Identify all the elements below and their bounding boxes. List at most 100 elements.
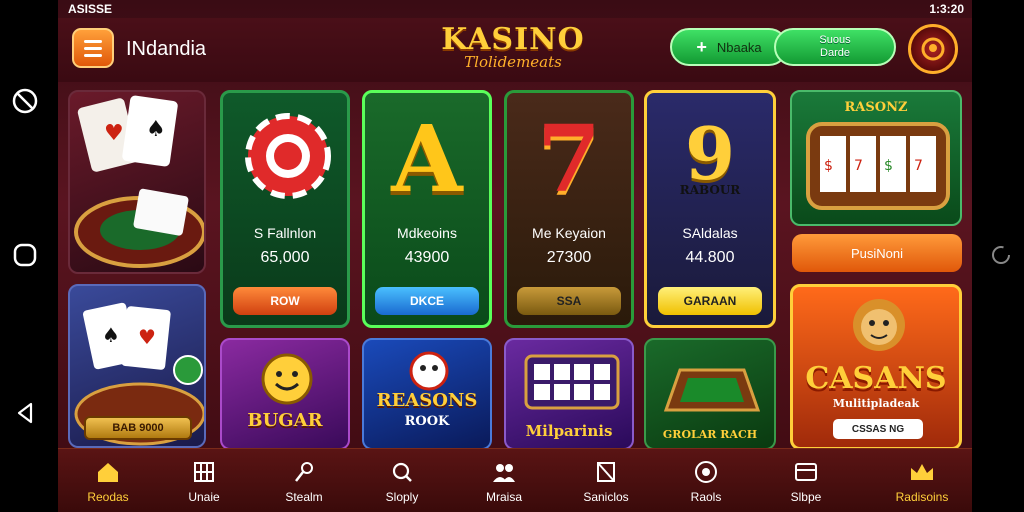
nav-label: Slbpe: [790, 490, 822, 504]
people-icon: [490, 458, 518, 486]
svg-text:$: $: [824, 158, 833, 174]
play-button[interactable]: ROW: [233, 287, 337, 315]
play-button[interactable]: SSA: [517, 287, 621, 315]
jackpot-amount: 65,000: [260, 249, 310, 266]
flag-icon: [592, 458, 620, 486]
tile-title: REASONS: [376, 390, 478, 411]
profile-avatar[interactable]: [908, 24, 958, 74]
slot-action-button[interactable]: PusiNoni: [792, 234, 962, 272]
nav-label: Reodas: [87, 490, 129, 504]
svg-text:♥: ♥: [138, 325, 156, 349]
game-card-1[interactable]: S Fallnlon 65,000 ROW: [220, 90, 350, 328]
play-button[interactable]: DKCE: [375, 287, 479, 315]
tool-icon: [290, 458, 318, 486]
game-card-4[interactable]: 9 RABOUR SAldalas 44.800 GARAAN: [644, 90, 776, 328]
menu-button[interactable]: [72, 28, 114, 68]
home-icon: [94, 458, 122, 486]
bottom-nav: Reodas Unaie Stealm Sloply Mraisa Sanicl…: [58, 448, 972, 512]
nav-tab-stealm[interactable]: Stealm: [254, 449, 354, 512]
grid-icon: [190, 458, 218, 486]
status-time: 1:3:20: [929, 2, 964, 16]
game-card-2[interactable]: A Mdkeoins 43900 DKCE: [362, 90, 492, 328]
logo-title: KASINO: [441, 22, 585, 57]
game-card-3[interactable]: 7 Me Keyaion 27300 SSA: [504, 90, 634, 328]
rotate-icon[interactable]: [990, 244, 1012, 266]
nav-tab-unaie[interactable]: Unaie: [154, 449, 254, 512]
promo-button[interactable]: CSSAS NG: [833, 419, 923, 439]
game-tile-4[interactable]: GROLAR RACH: [644, 338, 776, 450]
tile-play-button[interactable]: BAB 9000: [84, 416, 192, 440]
deposit-button[interactable]: + Nbaaka: [670, 28, 788, 66]
crown-icon: [908, 458, 936, 486]
secondary-pill-button[interactable]: Suous Darde: [774, 28, 896, 66]
pill-line-2: Darde: [820, 47, 850, 59]
nav-tab-mraisa[interactable]: Mraisa: [454, 449, 554, 512]
roulette-table-icon: [663, 368, 761, 412]
play-button[interactable]: GARAAN: [658, 287, 762, 315]
character-icon: [409, 351, 449, 391]
blackjack-tile[interactable]: ♠ ♥ BAB 9000: [68, 284, 206, 448]
right-bezel: [972, 0, 1024, 512]
lion-mascot-icon: [853, 299, 905, 351]
device-frame: ASISSE 1:3:20 INdandia KASINO Tlolidemea…: [0, 0, 1024, 512]
jackpot-amount: 43900: [404, 249, 450, 266]
game-tile-3[interactable]: Milparinis: [504, 338, 634, 450]
jackpot-amount: 44.800: [685, 249, 735, 266]
nav-label: Saniclos: [583, 490, 629, 504]
svg-text:7: 7: [854, 158, 863, 174]
app-screen: ASISSE 1:3:20 INdandia KASINO Tlolidemea…: [58, 0, 972, 512]
deposit-label: Nbaaka: [716, 39, 762, 55]
tile-subtitle: ROOK: [404, 414, 450, 429]
nav-label: Mraisa: [485, 490, 522, 504]
slot-title: RASONZ: [844, 100, 908, 115]
game-tile-1[interactable]: BUGAR: [220, 338, 350, 450]
header: INdandia KASINO Tlolidemeats + Nbaaka Su…: [58, 18, 972, 82]
slot-reels-icon: $ 7 $ 7: [806, 122, 950, 210]
pill-line-1: Suous: [819, 34, 851, 46]
nav-label: Unaie: [188, 490, 220, 504]
card-symbol-sub: RABOUR: [679, 183, 741, 197]
game-tile-2[interactable]: REASONS ROOK: [362, 338, 492, 450]
card-symbol: 7: [536, 105, 601, 213]
roulette-cards-tile[interactable]: ♥ ♠: [68, 90, 206, 274]
tile-title: BUGAR: [247, 410, 323, 431]
status-carrier: ASISSE: [68, 2, 113, 16]
game-name: Mdkeoins: [397, 225, 457, 241]
back-system-button[interactable]: [10, 398, 40, 428]
promo-card[interactable]: CASANS Mulitipladeak CSSAS NG: [790, 284, 962, 450]
nav-label: Stealm: [285, 490, 323, 504]
plus-icon: +: [696, 36, 707, 57]
store-icon: [792, 458, 820, 486]
system-nav-bar: [0, 0, 52, 512]
nav-label: Sloply: [385, 490, 419, 504]
game-name: S Fallnlon: [253, 225, 317, 241]
user-icon: [921, 37, 945, 61]
svg-text:♥: ♥: [104, 121, 124, 146]
home-system-button[interactable]: [10, 240, 40, 270]
nav-tab-sloply[interactable]: Sloply: [352, 449, 452, 512]
game-name: SAldalas: [682, 225, 738, 241]
tile-title: Milparinis: [525, 422, 613, 440]
card-symbol: A: [391, 105, 463, 213]
svg-text:7: 7: [914, 158, 923, 174]
slot-machine-card[interactable]: RASONZ $ 7 $ 7: [790, 90, 962, 226]
block-icon[interactable]: [10, 86, 40, 116]
target-icon: [692, 458, 720, 486]
nav-label: Radisoins: [895, 490, 949, 504]
kasino-logo: KASINO Tlolidemeats: [438, 22, 588, 71]
promo-title: CASANS: [805, 361, 947, 396]
nav-tab-slbpe[interactable]: Slbpe: [756, 449, 856, 512]
nav-tab-raols[interactable]: Raols: [656, 449, 756, 512]
app-name: INdandia: [126, 38, 207, 60]
svg-text:♠: ♠: [102, 323, 120, 347]
nav-label: Raols: [690, 490, 722, 504]
slot-grid-icon: [524, 354, 620, 410]
chip-icon: [245, 113, 331, 199]
nav-tab-radisoins[interactable]: Radisoins: [872, 449, 972, 512]
search-icon: [388, 458, 416, 486]
nav-tab-saniclos[interactable]: Saniclos: [556, 449, 656, 512]
mascot-icon: [261, 353, 313, 405]
svg-text:♠: ♠: [146, 117, 166, 142]
nav-tab-reodas[interactable]: Reodas: [58, 449, 158, 512]
game-name: Me Keyaion: [532, 225, 606, 241]
